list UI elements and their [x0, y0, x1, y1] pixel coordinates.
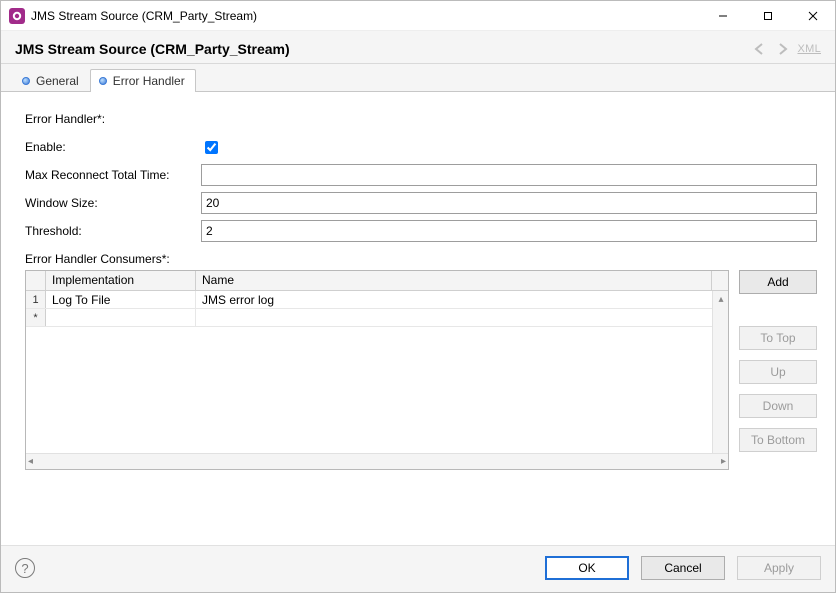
help-icon[interactable]: ? — [15, 558, 35, 578]
app-icon — [9, 8, 25, 24]
grid-body: 1 Log To File JMS error log * ▴ — [26, 291, 728, 453]
tab-general-label: General — [36, 74, 79, 88]
enable-checkbox[interactable] — [205, 141, 218, 154]
scroll-right-icon[interactable]: ▸ — [721, 456, 726, 467]
window-size-input[interactable] — [201, 192, 817, 214]
maximize-button[interactable] — [745, 1, 790, 30]
row-number: 1 — [26, 291, 46, 308]
consumers-area: Implementation Name 1 Log To File JMS er… — [25, 270, 817, 470]
close-button[interactable] — [790, 1, 835, 30]
minimize-button[interactable] — [700, 1, 745, 30]
dialog-button-bar: ? OK Cancel Apply — [1, 545, 835, 592]
side-button-column: Add To Top Up Down To Bottom — [739, 270, 817, 470]
max-reconnect-input[interactable] — [201, 164, 817, 186]
tab-error-handler-label: Error Handler — [113, 74, 185, 88]
row-new-marker: * — [26, 309, 46, 326]
apply-button[interactable]: Apply — [737, 556, 821, 580]
page-title: JMS Stream Source (CRM_Party_Stream) — [15, 41, 751, 57]
scroll-left-icon[interactable]: ◂ — [28, 456, 33, 467]
horizontal-scrollbar[interactable]: ◂ ▸ — [26, 453, 728, 469]
cell-name[interactable] — [196, 309, 728, 326]
to-top-button[interactable]: To Top — [739, 326, 817, 350]
window-title: JMS Stream Source (CRM_Party_Stream) — [31, 9, 700, 23]
threshold-input[interactable] — [201, 220, 817, 242]
window-size-label: Window Size: — [25, 196, 201, 210]
cell-name[interactable]: JMS error log — [196, 291, 728, 308]
max-reconnect-label: Max Reconnect Total Time: — [25, 168, 201, 182]
col-name[interactable]: Name — [196, 271, 712, 290]
header-band: JMS Stream Source (CRM_Party_Stream) XML — [1, 31, 835, 64]
grid-header: Implementation Name — [26, 271, 728, 291]
to-bottom-button[interactable]: To Bottom — [739, 428, 817, 452]
tab-dot-icon — [22, 77, 30, 85]
cell-implementation[interactable]: Log To File — [46, 291, 196, 308]
ok-button[interactable]: OK — [545, 556, 629, 580]
back-arrow-icon[interactable] — [751, 41, 769, 57]
enable-label: Enable: — [25, 140, 201, 154]
up-button[interactable]: Up — [739, 360, 817, 384]
consumers-grid[interactable]: Implementation Name 1 Log To File JMS er… — [25, 270, 729, 470]
tabstrip: General Error Handler — [1, 64, 835, 92]
dialog-window: JMS Stream Source (CRM_Party_Stream) JMS… — [0, 0, 836, 593]
tab-error-handler[interactable]: Error Handler — [90, 69, 196, 92]
tab-content: Error Handler*: Enable: Max Reconnect To… — [1, 92, 835, 545]
vertical-scrollbar[interactable]: ▴ — [712, 291, 728, 453]
tab-general[interactable]: General — [13, 69, 90, 92]
cancel-button[interactable]: Cancel — [641, 556, 725, 580]
add-button[interactable]: Add — [739, 270, 817, 294]
col-implementation[interactable]: Implementation — [46, 271, 196, 290]
tab-dot-icon — [99, 77, 107, 85]
titlebar: JMS Stream Source (CRM_Party_Stream) — [1, 1, 835, 31]
cell-implementation[interactable] — [46, 309, 196, 326]
consumers-label: Error Handler Consumers*: — [25, 252, 817, 266]
xml-link[interactable]: XML — [797, 43, 821, 55]
table-new-row[interactable]: * — [26, 309, 728, 327]
table-row[interactable]: 1 Log To File JMS error log — [26, 291, 728, 309]
error-handler-label: Error Handler*: — [25, 112, 201, 126]
scroll-up-icon[interactable]: ▴ — [713, 291, 728, 307]
window-controls — [700, 1, 835, 30]
threshold-label: Threshold: — [25, 224, 201, 238]
forward-arrow-icon[interactable] — [773, 41, 791, 57]
down-button[interactable]: Down — [739, 394, 817, 418]
